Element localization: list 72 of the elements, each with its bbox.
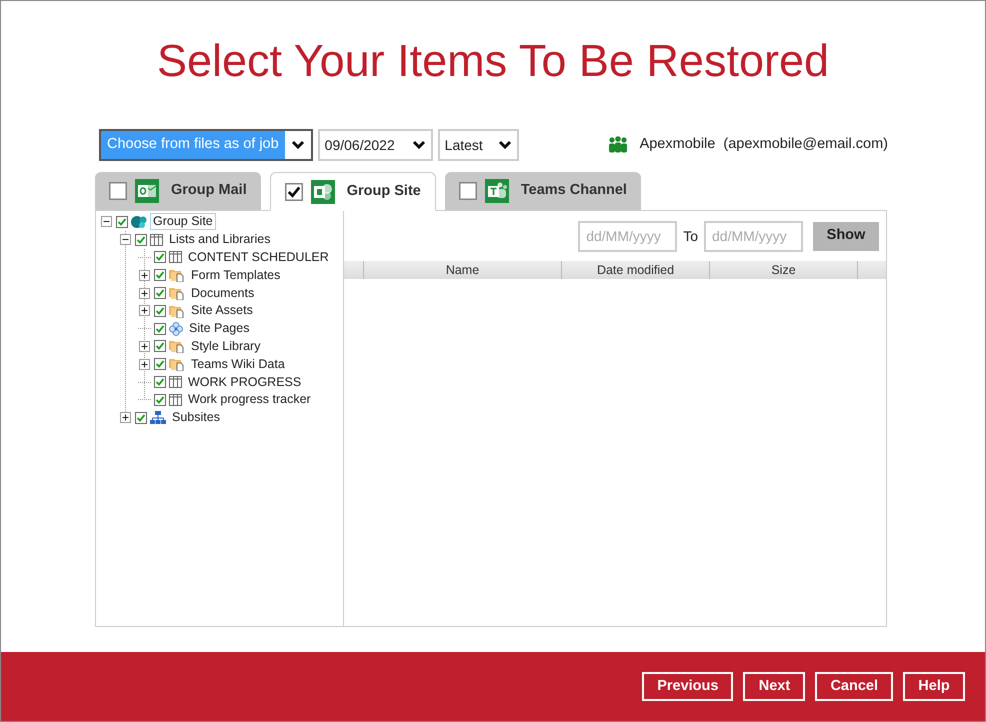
expand-icon[interactable] [139, 358, 150, 370]
show-button[interactable]: Show [813, 222, 879, 250]
checkbox[interactable] [154, 340, 166, 352]
tree-item[interactable]: WORK PROGRESS [185, 374, 304, 391]
hierarchy-icon [150, 410, 166, 425]
footer-button[interactable]: Previous [642, 672, 734, 701]
tab[interactable]: Group Mail [95, 172, 261, 210]
page-title: Select Your Items To Be Restored [156, 34, 830, 88]
folder-document-icon [169, 286, 185, 300]
chevron-down-icon [412, 140, 426, 150]
collapse-icon[interactable] [101, 216, 112, 228]
tab[interactable]: Group Site [270, 172, 436, 211]
chevron-down-icon [498, 140, 512, 150]
checkbox[interactable] [109, 182, 127, 200]
folder-document-icon [169, 268, 185, 282]
flower-icon [169, 322, 183, 336]
expand-icon[interactable] [139, 270, 150, 281]
tree-item[interactable]: Subsites [169, 409, 223, 426]
date-dropdown[interactable]: 09/06/2022 [318, 129, 433, 161]
table-icon [150, 234, 163, 246]
account-label: Apexmobile (apexmobile@email.com) [640, 135, 888, 154]
expand-icon[interactable] [139, 288, 150, 299]
checkbox[interactable] [284, 182, 303, 200]
tree-item[interactable]: Work progress tracker [185, 391, 314, 408]
tree-item[interactable]: Site Assets [188, 302, 256, 320]
checkbox[interactable] [154, 322, 166, 335]
tree-item[interactable]: Site Pages [186, 320, 252, 338]
from-date-field[interactable]: dd/MM/yyyy [578, 220, 678, 252]
footer-button[interactable]: Help [903, 672, 965, 701]
checkbox[interactable] [154, 287, 166, 300]
column-header[interactable]: Date modified [562, 261, 710, 279]
column-header[interactable]: Size [710, 261, 858, 279]
expand-icon[interactable] [139, 305, 150, 316]
site-app-icon [310, 180, 335, 204]
chevron-down-icon [290, 140, 305, 150]
teams-app-icon [484, 179, 509, 203]
expand-icon[interactable] [120, 412, 131, 424]
site-icon [131, 214, 147, 229]
table-icon [169, 376, 182, 388]
mail-app-icon [135, 179, 159, 203]
table-icon [169, 394, 182, 406]
expand-icon[interactable] [139, 340, 150, 352]
checkbox[interactable] [154, 304, 166, 317]
checkbox[interactable] [458, 182, 477, 200]
to-label: To [683, 226, 698, 246]
checkbox[interactable] [135, 234, 147, 246]
tree-item[interactable]: Documents [188, 284, 258, 302]
tree-item[interactable]: Lists and Libraries [166, 231, 274, 248]
tree-item[interactable]: Group Site [150, 213, 216, 230]
folder-document-icon [169, 357, 185, 372]
tab[interactable]: Teams Channel [444, 172, 641, 210]
table-icon [169, 251, 182, 264]
checkbox[interactable] [135, 412, 147, 424]
checkbox[interactable] [154, 358, 166, 370]
tree-item[interactable]: CONTENT SCHEDULER [185, 248, 332, 266]
folder-document-icon [169, 339, 185, 354]
group-icon [608, 136, 628, 154]
checkbox[interactable] [154, 269, 166, 282]
footer-button[interactable]: Next [743, 672, 806, 701]
column-header[interactable]: Name [364, 261, 562, 279]
to-date-field[interactable]: dd/MM/yyyy [704, 220, 803, 252]
tree-item[interactable]: Form Templates [188, 266, 284, 284]
collapse-icon[interactable] [120, 234, 131, 246]
checkbox[interactable] [154, 394, 166, 406]
footer-button[interactable]: Cancel [815, 672, 893, 701]
version-dropdown[interactable]: Latest [438, 129, 519, 161]
checkbox[interactable] [154, 376, 166, 388]
checkbox[interactable] [116, 216, 128, 228]
tree-item[interactable]: Style Library [188, 338, 264, 355]
checkbox[interactable] [154, 251, 166, 264]
tree-item[interactable]: Teams Wiki Data [188, 356, 288, 373]
folder-document-icon [169, 304, 185, 318]
